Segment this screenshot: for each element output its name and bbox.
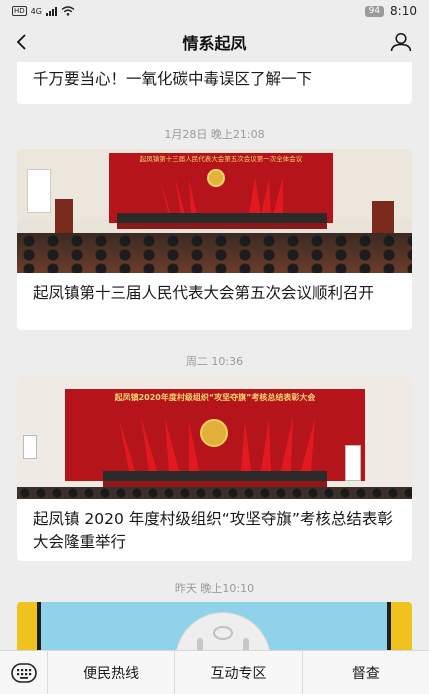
flags-decoration bbox=[119, 417, 315, 471]
person-icon bbox=[390, 32, 412, 52]
wifi-icon bbox=[61, 6, 75, 16]
menu-item-hotline[interactable]: 便民热线 bbox=[48, 651, 174, 694]
audience bbox=[17, 233, 412, 273]
battery-indicator: 94 bbox=[364, 5, 385, 17]
article-card[interactable]: 起凤镇2020年度村级组织“攻坚夺旗”考核总结表彰大会 起凤镇 2020 年度村… bbox=[17, 375, 412, 561]
timestamp: 昨天 晚上10:10 bbox=[174, 582, 255, 595]
timestamp: 周二 10:36 bbox=[185, 355, 244, 368]
article-card[interactable]: 起凤镇第十三届人民代表大会第五次会议第一次全体会议 起凤镇第十三届人民代表大会第… bbox=[17, 149, 412, 330]
article-card[interactable] bbox=[17, 602, 412, 650]
signal-icon bbox=[45, 6, 57, 16]
article-image: 起凤镇第十三届人民代表大会第五次会议第一次全体会议 bbox=[17, 149, 412, 273]
article-title: 起凤镇 2020 年度村级组织“攻坚夺旗”考核总结表彰大会隆重举行 bbox=[33, 510, 393, 551]
bottom-menu: 便民热线 互动专区 督查 bbox=[0, 650, 429, 694]
keyboard-toggle-button[interactable] bbox=[0, 650, 48, 694]
article-card[interactable]: 千万要当心！一氧化碳中毒误区了解一下 bbox=[17, 62, 412, 104]
audience bbox=[17, 487, 412, 499]
article-image: 起凤镇2020年度村级组织“攻坚夺旗”考核总结表彰大会 bbox=[17, 375, 412, 499]
hd-badge: HD bbox=[12, 6, 27, 16]
back-button[interactable] bbox=[10, 30, 34, 54]
timestamp: 1月28日 晚上21:08 bbox=[164, 128, 265, 141]
meeting-banner: 起凤镇第十三届人民代表大会第五次会议第一次全体会议 bbox=[139, 155, 303, 163]
menu-item-interactive[interactable]: 互动专区 bbox=[174, 650, 301, 694]
flags-decoration bbox=[159, 177, 283, 215]
menu-item-supervision[interactable]: 督查 bbox=[301, 650, 429, 694]
article-title: 千万要当心！一氧化碳中毒误区了解一下 bbox=[33, 70, 313, 88]
article-title: 起凤镇第十三届人民代表大会第五次会议顺利召开 bbox=[33, 284, 375, 302]
article-image bbox=[17, 602, 412, 650]
meeting-banner: 起凤镇2020年度村级组织“攻坚夺旗”考核总结表彰大会 bbox=[114, 393, 316, 402]
article-feed[interactable]: 千万要当心！一氧化碳中毒误区了解一下 1月28日 晚上21:08 起凤镇第十三届… bbox=[0, 62, 429, 650]
keyboard-icon bbox=[10, 662, 37, 683]
clock: 8:10 bbox=[390, 4, 417, 18]
chevron-left-icon bbox=[16, 34, 26, 50]
page-title: 情系起凤 bbox=[182, 34, 247, 53]
status-bar: HD 4G 94 8:10 bbox=[0, 0, 429, 22]
nav-bar: 情系起凤 bbox=[0, 22, 429, 62]
network-type: 4G bbox=[30, 6, 42, 16]
profile-button[interactable] bbox=[389, 30, 413, 54]
